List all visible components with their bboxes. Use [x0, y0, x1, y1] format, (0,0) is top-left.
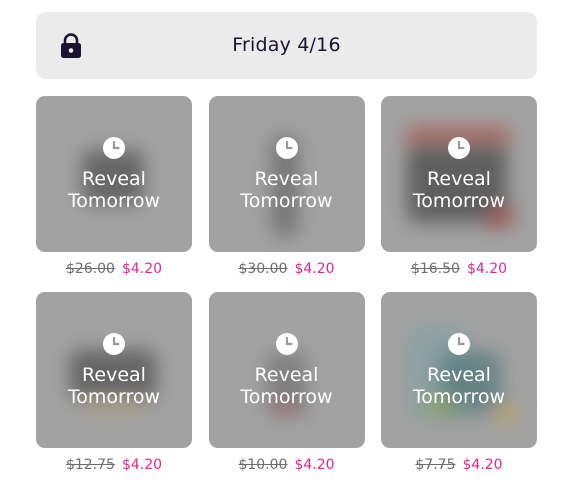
clock-icon — [103, 137, 125, 159]
price-row: $30.00 $4.20 — [209, 260, 365, 278]
price-row: $26.00 $4.20 — [36, 260, 192, 278]
original-price: $12.75 — [65, 457, 115, 473]
reveal-tomorrow-label: Reveal Tomorrow — [412, 168, 506, 212]
reveal-tomorrow-label: Reveal Tomorrow — [240, 168, 333, 212]
reveal-tomorrow-label: Reveal Tomorrow — [240, 364, 333, 408]
sale-price: $4.20 — [121, 457, 163, 473]
product-grid: Reveal Tomorrow $26.00 $4.20 Reveal Tomor… — [36, 96, 537, 488]
product-card[interactable]: Reveal Tomorrow $16.50 $4.20 — [381, 96, 537, 292]
header-date-title: Friday 4/16 — [232, 34, 341, 56]
original-price: $7.75 — [415, 457, 456, 473]
product-card[interactable]: Reveal Tomorrow $12.75 $4.20 — [36, 292, 192, 488]
product-tile[interactable]: Reveal Tomorrow — [36, 96, 192, 252]
price-row: $7.75 $4.20 — [381, 456, 537, 474]
sale-price: $4.20 — [462, 457, 503, 473]
sale-price: $4.20 — [294, 261, 335, 277]
product-tile[interactable]: Reveal Tomorrow — [381, 96, 537, 252]
clock-icon — [103, 333, 125, 355]
product-tile[interactable]: Reveal Tomorrow — [36, 292, 192, 448]
reveal-tomorrow-label: Reveal Tomorrow — [67, 364, 161, 408]
clock-icon — [275, 333, 298, 355]
clock-icon — [275, 137, 298, 159]
sale-price: $4.20 — [466, 261, 508, 277]
product-card[interactable]: Reveal Tomorrow $7.75 $4.20 — [381, 292, 537, 488]
clock-icon — [448, 333, 470, 355]
sale-price: $4.20 — [294, 457, 335, 473]
reveal-tomorrow-label: Reveal Tomorrow — [412, 364, 506, 408]
price-row: $10.00 $4.20 — [209, 456, 365, 474]
original-price: $16.50 — [410, 261, 460, 277]
product-tile[interactable]: Reveal Tomorrow — [208, 292, 365, 448]
original-price: $30.00 — [238, 261, 288, 277]
reveal-tomorrow-label: Reveal Tomorrow — [67, 168, 161, 212]
product-card[interactable]: Reveal Tomorrow $30.00 $4.20 — [208, 96, 365, 292]
original-price: $26.00 — [65, 261, 115, 277]
sale-price: $4.20 — [121, 261, 163, 277]
product-tile[interactable]: Reveal Tomorrow — [381, 292, 537, 448]
product-card[interactable]: Reveal Tomorrow $26.00 $4.20 — [36, 96, 192, 292]
original-price: $10.00 — [238, 457, 288, 473]
product-tile[interactable]: Reveal Tomorrow — [208, 96, 365, 252]
product-card[interactable]: Reveal Tomorrow $10.00 $4.20 — [208, 292, 365, 488]
date-header: Friday 4/16 — [36, 12, 537, 79]
clock-icon — [448, 137, 470, 159]
price-row: $12.75 $4.20 — [36, 456, 192, 474]
price-row: $16.50 $4.20 — [381, 260, 537, 278]
